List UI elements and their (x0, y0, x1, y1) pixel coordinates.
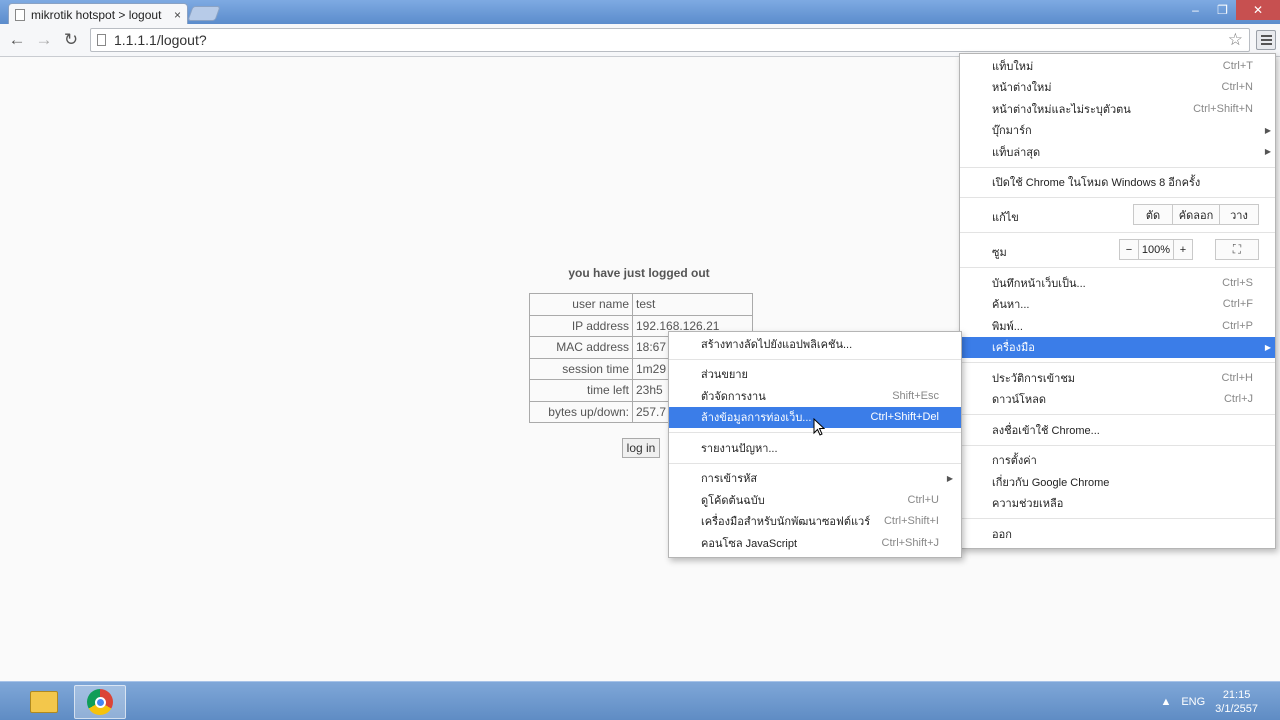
submenu-arrow-icon: ▶ (1264, 342, 1271, 352)
table-row: user name test (529, 293, 753, 316)
tools-submenu: สร้างทางลัดไปยังแอปพลิเคชัน... ส่วนขยาย … (668, 331, 962, 558)
menu-item-about[interactable]: เกี่ยวกับ Google Chrome (960, 471, 1275, 493)
submenu-arrow-icon: ▶ (946, 473, 953, 483)
forward-button[interactable]: → (33, 29, 55, 51)
url-text: 1.1.1.1/logout? (114, 32, 207, 48)
back-button[interactable]: ← (6, 29, 28, 51)
menu-item-recent-tabs[interactable]: แท็บล่าสุด ▶ (960, 141, 1275, 163)
menu-item-incognito[interactable]: หน้าต่างใหม่และไม่ระบุตัวตน Ctrl+Shift+N (960, 98, 1275, 120)
page-title: you have just logged out (568, 266, 710, 280)
close-tab-icon[interactable]: × (174, 8, 181, 22)
menu-item-downloads[interactable]: ดาวน์โหลด Ctrl+J (960, 389, 1275, 411)
reload-button[interactable]: ↻ (60, 29, 82, 51)
file-explorer-button[interactable] (18, 685, 70, 719)
title-bar: mikrotik hotspot > logout × – ❐ ✕ (0, 0, 1280, 25)
window-controls: – ❐ ✕ (1182, 0, 1280, 20)
show-hidden-icons[interactable]: ▲ (1160, 696, 1171, 708)
address-bar[interactable]: 1.1.1.1/logout? ☆ (90, 28, 1250, 52)
row-label: bytes up/down: (529, 400, 633, 423)
menu-item-report-issue[interactable]: รายงานปัญหา... (669, 437, 961, 459)
menu-separator (960, 197, 1275, 198)
zoom-row: ซูม − 100% + ⛶ (960, 237, 1275, 263)
menu-separator (960, 444, 1275, 446)
page-icon (15, 8, 25, 21)
menu-item-print[interactable]: พิมพ์... Ctrl+P (960, 315, 1275, 337)
row-label: session time (529, 357, 633, 380)
mouse-cursor-icon (813, 418, 825, 436)
row-label: time left (529, 379, 633, 402)
clock[interactable]: 21:15 3/1/2557 (1215, 688, 1258, 716)
menu-item-exit[interactable]: ออก (960, 523, 1275, 545)
row-label: IP address (529, 314, 633, 337)
menu-item-js-console[interactable]: คอนโซล JavaScript Ctrl+Shift+J (669, 532, 961, 554)
row-label: MAC address (529, 336, 633, 359)
fullscreen-icon[interactable]: ⛶ (1215, 239, 1259, 260)
menu-item-help[interactable]: ความช่วยเหลือ (960, 493, 1275, 515)
zoom-level: 100% (1138, 239, 1174, 260)
menu-separator (960, 518, 1275, 519)
system-tray: ▲ ENG 21:15 3/1/2557 (1160, 682, 1280, 720)
menu-separator (960, 232, 1275, 233)
login-button[interactable]: log in (622, 438, 660, 458)
edit-label: แก้ไข (992, 212, 1019, 224)
menu-item-settings[interactable]: การตั้งค่า (960, 450, 1275, 472)
browser-tab[interactable]: mikrotik hotspot > logout × (8, 3, 188, 25)
edit-row: แก้ไข ตัด คัดลอก วาง (960, 202, 1275, 228)
menu-separator (960, 362, 1275, 363)
menu-item-bookmarks[interactable]: บุ๊กมาร์ก ▶ (960, 120, 1275, 142)
clock-time: 21:15 (1222, 688, 1251, 701)
windows-taskbar: ▲ ENG 21:15 3/1/2557 (0, 681, 1280, 720)
bookmark-star-icon[interactable]: ☆ (1228, 30, 1243, 50)
chrome-menu-button[interactable] (1256, 30, 1276, 50)
menu-item-encoding[interactable]: การเข้ารหัส ▶ (669, 468, 961, 490)
restore-button[interactable]: ❐ (1209, 0, 1236, 20)
menu-item-history[interactable]: ประวัติการเข้าชม Ctrl+H (960, 367, 1275, 389)
zoom-out-button[interactable]: − (1119, 239, 1139, 260)
zoom-label: ซูม (992, 247, 1007, 259)
menu-item-sign-in[interactable]: ลงชื่อเข้าใช้ Chrome... (960, 419, 1275, 441)
minimize-button[interactable]: – (1182, 0, 1209, 20)
menu-separator (960, 166, 1275, 168)
menu-item-find[interactable]: ค้นหา... Ctrl+F (960, 294, 1275, 316)
clock-date: 3/1/2557 (1215, 702, 1258, 715)
row-label: user name (529, 293, 633, 316)
menu-separator (669, 358, 961, 360)
chrome-main-menu: แท็บใหม่ Ctrl+T หน้าต่างใหม่ Ctrl+N หน้าต่… (959, 53, 1276, 549)
copy-button[interactable]: คัดลอก (1172, 204, 1220, 225)
tab-title: mikrotik hotspot > logout (31, 7, 162, 22)
folder-icon (30, 691, 58, 713)
menu-item-new-window[interactable]: หน้าต่างใหม่ Ctrl+N (960, 77, 1275, 99)
menu-separator (669, 462, 961, 464)
page-icon (97, 34, 106, 46)
menu-item-extensions[interactable]: ส่วนขยาย (669, 364, 961, 386)
chrome-taskbar-button[interactable] (74, 685, 126, 719)
submenu-arrow-icon: ▶ (1264, 125, 1271, 135)
submenu-arrow-icon: ▶ (1264, 147, 1271, 157)
menu-item-view-source[interactable]: ดูโค้ดต้นฉบับ Ctrl+U (669, 489, 961, 511)
menu-separator (960, 267, 1275, 268)
row-value: test (632, 293, 753, 316)
close-window-button[interactable]: ✕ (1236, 0, 1280, 20)
menu-item-save-as[interactable]: บันทึกหน้าเว็บเป็น... Ctrl+S (960, 272, 1275, 294)
menu-item-new-tab[interactable]: แท็บใหม่ Ctrl+T (960, 55, 1275, 77)
menu-item-developer-tools[interactable]: เครื่องมือสำหรับนักพัฒนาซอฟต์แวร์ Ctrl+Sh… (669, 511, 961, 533)
lang-indicator[interactable]: ENG (1181, 696, 1205, 708)
menu-item-tools[interactable]: เครื่องมือ ▶ (960, 336, 1275, 358)
menu-item-windows8-mode[interactable]: เปิดใช้ Chrome ในโหมด Windows 8 อีกครั้ง (960, 172, 1275, 194)
paste-button[interactable]: วาง (1219, 204, 1259, 225)
menu-separator (960, 414, 1275, 415)
new-tab-button[interactable] (187, 6, 221, 21)
zoom-in-button[interactable]: + (1173, 239, 1193, 260)
menu-item-task-manager[interactable]: ตัวจัดการงาน Shift+Esc (669, 385, 961, 407)
menu-item-create-shortcut[interactable]: สร้างทางลัดไปยังแอปพลิเคชัน... (669, 333, 961, 355)
chrome-icon (87, 689, 113, 715)
cut-button[interactable]: ตัด (1133, 204, 1173, 225)
